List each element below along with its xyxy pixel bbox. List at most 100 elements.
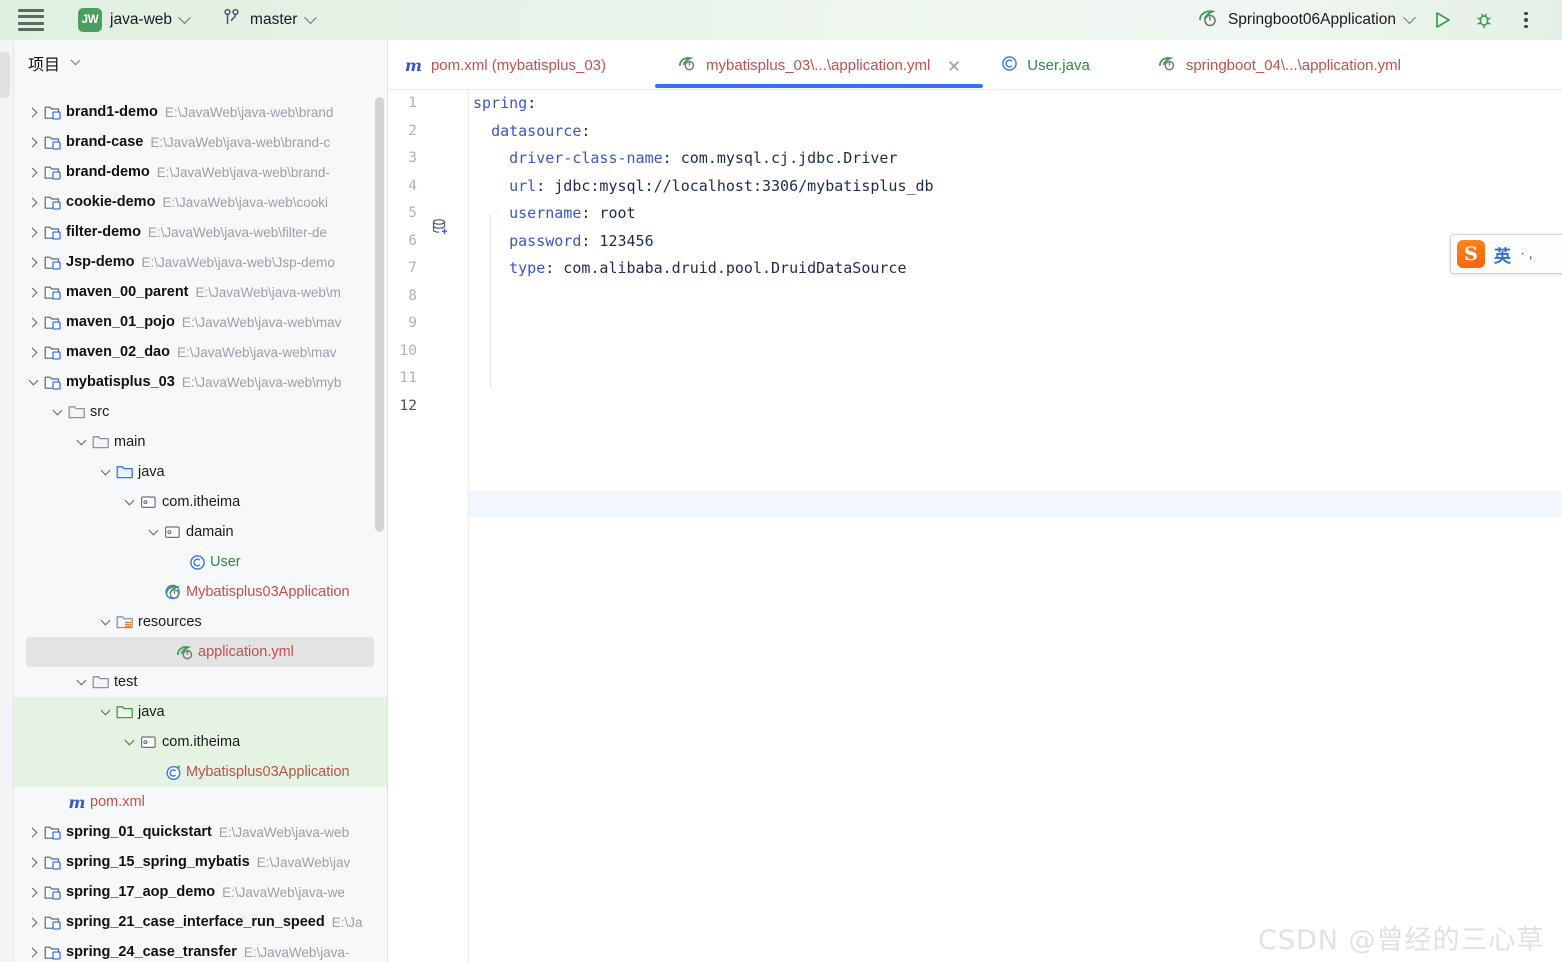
chevron-down-icon[interactable] — [120, 735, 138, 746]
chevron-down-icon[interactable] — [70, 55, 81, 66]
module-folder-icon — [42, 854, 64, 871]
code-content[interactable]: spring: datasource: driver-class-name: c… — [473, 90, 1553, 962]
tree-node-mybatisplus03application[interactable]: Mybatisplus03Application — [14, 757, 387, 787]
editor-tab-mybatisplus-03-application-yml[interactable]: mybatisplus_03\...\application.yml — [664, 40, 975, 90]
tree-node-application-yml[interactable]: application.yml — [26, 637, 374, 667]
chevron-right-icon[interactable] — [24, 827, 42, 837]
chevron-right-icon[interactable] — [24, 287, 42, 297]
editor-tab-springboot-04-application-yml[interactable]: springboot_04\...\application.yml — [1144, 40, 1415, 90]
debug-bug-icon[interactable] — [1470, 6, 1498, 34]
tree-node-spring-01-quickstart[interactable]: spring_01_quickstart E:\JavaWeb\java-web — [14, 817, 387, 847]
folder-icon — [90, 434, 112, 450]
chevron-down-icon[interactable] — [120, 495, 138, 506]
line-number: 10 — [399, 342, 417, 359]
chevron-down-icon[interactable] — [48, 405, 66, 416]
run-controls: Springboot06Application — [1197, 6, 1562, 34]
chevron-down-icon[interactable] — [72, 675, 90, 686]
chevron-right-icon[interactable] — [24, 167, 42, 177]
package-icon — [162, 524, 184, 540]
tree-node-mybatisplus-03[interactable]: mybatisplus_03 E:\JavaWeb\java-web\myb — [14, 367, 387, 397]
module-folder-icon — [42, 824, 64, 841]
tree-node-label: brand1-demo — [66, 104, 158, 120]
tree-node-java[interactable]: java — [14, 697, 387, 727]
chevron-right-icon[interactable] — [24, 947, 42, 957]
chevron-right-icon[interactable] — [24, 857, 42, 867]
git-branch-icon — [223, 8, 241, 32]
tree-node-com-itheima[interactable]: com.itheima — [14, 487, 387, 517]
tree-node-user[interactable]: User — [14, 547, 387, 577]
tree-node-maven-00-parent[interactable]: maven_00_parent E:\JavaWeb\java-web\m — [14, 277, 387, 307]
tree-node-spring-24-case-transfer[interactable]: spring_24_case_transfer E:\JavaWeb\java- — [14, 937, 387, 962]
chevron-down-icon[interactable] — [144, 525, 162, 536]
run-configuration-selector[interactable]: Springboot06Application — [1197, 7, 1416, 34]
module-folder-icon — [42, 224, 64, 241]
tree-node-filter-demo[interactable]: filter-demo E:\JavaWeb\java-web\filter-de — [14, 217, 387, 247]
chevron-right-icon[interactable] — [24, 107, 42, 117]
line-number: 5 — [408, 205, 417, 221]
project-tree-scrollbar[interactable] — [375, 97, 384, 532]
tree-node-spring-17-aop-demo[interactable]: spring_17_aop_demo E:\JavaWeb\java-we — [14, 877, 387, 907]
tree-node-spring-21-case-interface-run-speed[interactable]: spring_21_case_interface_run_speed E:\Ja — [14, 907, 387, 937]
module-folder-icon — [42, 374, 64, 391]
editor-tabbar: m pom.xml (mybatisplus_03) mybatisplus_03\… — [389, 40, 1562, 90]
tree-node-resources[interactable]: resources — [14, 607, 387, 637]
tree-node-path: E:\JavaWeb\java-web\Jsp-demo — [141, 254, 335, 270]
sogou-logo-icon[interactable]: S — [1457, 240, 1485, 268]
sogou-ime-floating-bar[interactable]: S 英 ·, — [1450, 234, 1562, 274]
chevron-right-icon[interactable] — [24, 917, 42, 927]
tool-window-stripe — [0, 40, 14, 962]
ime-mode-label[interactable]: 英 — [1494, 242, 1511, 267]
tree-node-maven-01-pojo[interactable]: maven_01_pojo E:\JavaWeb\java-web\mav — [14, 307, 387, 337]
tree-node-path: E:\JavaWeb\java-web\mav — [176, 344, 337, 360]
chevron-down-icon[interactable] — [96, 615, 114, 626]
tree-node-brand1-demo[interactable]: brand1-demo E:\JavaWeb\java-web\brand — [14, 97, 387, 127]
spring-yaml-icon — [174, 644, 196, 661]
chevron-right-icon[interactable] — [24, 317, 42, 327]
stripe-project-tab[interactable] — [0, 52, 10, 98]
close-icon[interactable] — [947, 58, 961, 72]
tree-node-label: com.itheima — [162, 734, 241, 750]
module-folder-icon — [42, 884, 64, 901]
git-branch-selector[interactable]: master — [217, 5, 321, 35]
tree-node-jsp-demo[interactable]: Jsp-demo E:\JavaWeb\java-web\Jsp-demo — [14, 247, 387, 277]
tree-node-src[interactable]: src — [14, 397, 387, 427]
spring-boot-class-icon — [162, 583, 184, 601]
run-play-icon[interactable] — [1428, 6, 1456, 34]
tree-node-java[interactable]: java — [14, 457, 387, 487]
tree-node-test[interactable]: test — [14, 667, 387, 697]
chevron-right-icon[interactable] — [24, 887, 42, 897]
tree-node-damain[interactable]: damain — [14, 517, 387, 547]
tree-node-maven-02-dao[interactable]: maven_02_dao E:\JavaWeb\java-web\mav — [14, 337, 387, 367]
tree-node-pom-xml[interactable]: m pom.xml — [14, 787, 387, 817]
chevron-down-icon[interactable] — [72, 435, 90, 446]
project-panel-title: 项目 — [28, 56, 61, 74]
code-editor[interactable]: 1 2 3 4 5 6 7 8 9 10 11 12 spring: datasource: driv… — [389, 90, 1562, 962]
chevron-down-icon[interactable] — [24, 375, 42, 386]
tree-node-main[interactable]: main — [14, 427, 387, 457]
hamburger-menu-icon[interactable] — [18, 9, 44, 31]
tree-node-spring-15-spring-mybatis[interactable]: spring_15_spring_mybatis E:\JavaWeb\jav — [14, 847, 387, 877]
chevron-down-icon[interactable] — [96, 465, 114, 476]
editor-tab-user-java[interactable]: User.java — [987, 40, 1104, 90]
spring-yaml-icon — [1158, 55, 1177, 76]
chevron-right-icon[interactable] — [24, 137, 42, 147]
tree-node-brand-case[interactable]: brand-case E:\JavaWeb\java-web\brand-c — [14, 127, 387, 157]
chevron-right-icon[interactable] — [24, 347, 42, 357]
editor-tab-pom-xml-mybatisplus-03-[interactable]: m pom.xml (mybatisplus_03) — [389, 40, 620, 90]
tree-node-label: cookie-demo — [66, 194, 156, 210]
tree-node-brand-demo[interactable]: brand-demo E:\JavaWeb\java-web\brand- — [14, 157, 387, 187]
module-folder-icon — [42, 104, 64, 121]
database-add-icon[interactable] — [431, 218, 449, 241]
tree-node-mybatisplus03application[interactable]: Mybatisplus03Application — [14, 577, 387, 607]
module-folder-icon — [42, 134, 64, 151]
project-selector[interactable]: JW java-web — [72, 5, 195, 35]
chevron-right-icon[interactable] — [24, 197, 42, 207]
tree-node-label: Mybatisplus03Application — [186, 584, 350, 600]
tree-node-com-itheima[interactable]: com.itheima — [14, 727, 387, 757]
more-vertical-icon[interactable] — [1512, 6, 1540, 34]
tree-node-cookie-demo[interactable]: cookie-demo E:\JavaWeb\java-web\cooki — [14, 187, 387, 217]
chevron-right-icon[interactable] — [24, 257, 42, 267]
chevron-right-icon[interactable] — [24, 227, 42, 237]
ime-punctuation-icon[interactable]: ·, — [1520, 245, 1536, 263]
chevron-down-icon[interactable] — [96, 705, 114, 716]
